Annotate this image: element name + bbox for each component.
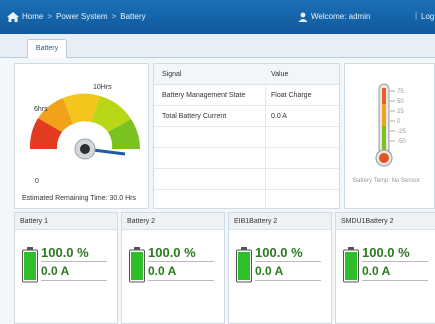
breadcrumb-battery: Battery [120, 12, 146, 21]
battery-card: EIB1Battery 2 100.0 % 0.0 A [228, 212, 332, 324]
battery-cards: Battery 1 100.0 % 0.0 A Battery 2 100.0 … [14, 212, 435, 324]
temp-tick: -25 [397, 129, 406, 135]
battery-percent: 100.0 % [255, 245, 303, 260]
table-row-empty [154, 190, 339, 211]
table-row: Battery Management State Float Charge [154, 85, 339, 106]
top-bar: Home > Power System > Battery Welcome: admin… [0, 0, 435, 34]
estimated-remaining-time: Estimated Remaining Time: 30.0 Hrs [22, 195, 136, 202]
logout-link[interactable]: Log [421, 12, 434, 21]
remaining-time-gauge: 10Hrs 6hrs 0 [29, 84, 140, 185]
tab-strip: Battery [0, 34, 435, 59]
gauge-label-top: 10Hrs [93, 84, 112, 91]
battery-current: 0.0 A [362, 264, 391, 278]
gauge-label-zero: 0 [35, 178, 39, 185]
divider [148, 280, 214, 281]
battery-card: SMDU1Battery 2 100.0 % 0.0 A [335, 212, 435, 324]
divider [41, 280, 107, 281]
battery-name: SMDU1Battery 2 [336, 213, 435, 230]
temp-tick: 50 [397, 99, 404, 105]
divider [148, 261, 214, 262]
signal-name: Battery Management State [162, 92, 246, 99]
battery-fill [24, 252, 36, 280]
gauge-label-left: 6hrs [34, 106, 48, 113]
divider [41, 261, 107, 262]
battery-card: Battery 1 100.0 % 0.0 A [14, 212, 118, 324]
remaining-time-gauge-panel: 10Hrs 6hrs 0 Estimated Remaining Time: 3… [14, 63, 149, 209]
temp-tick: -50 [397, 139, 406, 145]
tab-battery[interactable]: Battery [27, 39, 67, 59]
battery-name: Battery 2 [122, 213, 224, 230]
main-content: 10Hrs 6hrs 0 Estimated Remaining Time: 3… [0, 58, 435, 324]
battery-current: 0.0 A [148, 264, 177, 278]
battery-name: Battery 1 [15, 213, 117, 230]
battery-percent: 100.0 % [148, 245, 196, 260]
table-row: Total Battery Current 0.0 A [154, 106, 339, 127]
battery-level-icon [129, 247, 145, 283]
battery-percent: 100.0 % [41, 245, 89, 260]
divider [362, 280, 428, 281]
welcome-text: Welcome: admin [311, 12, 371, 21]
divider [362, 261, 428, 262]
thermometer-icon: 75 50 25 0 -25 -50 [375, 83, 406, 167]
signal-table-panel: Signal Value Battery Management State Fl… [153, 63, 340, 211]
header-value: Value [271, 71, 289, 78]
battery-percent: 100.0 % [362, 245, 410, 260]
divider [255, 261, 321, 262]
divider [255, 280, 321, 281]
battery-fill [238, 252, 250, 280]
temp-tick: 25 [397, 109, 404, 115]
gauge-hub-center [80, 144, 90, 154]
battery-current: 0.0 A [41, 264, 70, 278]
temp-tick: 0 [397, 119, 401, 125]
battery-current: 0.0 A [255, 264, 284, 278]
breadcrumb-separator: > [47, 12, 53, 21]
table-row-empty [154, 169, 339, 190]
temp-tick: 75 [397, 89, 404, 95]
table-row-empty [154, 127, 339, 148]
battery-level-icon [236, 247, 252, 283]
user-icon [298, 12, 308, 22]
battery-level-icon [343, 247, 359, 283]
breadcrumb: Home > Power System > Battery [22, 12, 150, 21]
battery-fill [131, 252, 143, 280]
table-header: Signal Value [154, 64, 339, 85]
battery-temperature-panel: 75 50 25 0 -25 -50 Battery Temp: No Sens… [344, 63, 435, 209]
header-signal: Signal [162, 71, 182, 78]
breadcrumb-home[interactable]: Home [22, 12, 43, 21]
breadcrumb-power-system[interactable]: Power System [56, 12, 108, 21]
signal-name: Total Battery Current [162, 113, 227, 120]
table-row-empty [154, 148, 339, 169]
battery-temp-caption: Battery Temp: No Sensor [353, 178, 420, 184]
battery-card: Battery 2 100.0 % 0.0 A [121, 212, 225, 324]
battery-fill [345, 252, 357, 280]
breadcrumb-separator: > [111, 12, 117, 21]
signal-value: Float Charge [271, 92, 312, 99]
home-icon[interactable] [7, 12, 19, 22]
logout-separator: | [415, 11, 418, 20]
battery-level-icon [22, 247, 38, 283]
battery-name: EIB1Battery 2 [229, 213, 331, 230]
signal-value: 0.0 A [271, 113, 287, 120]
